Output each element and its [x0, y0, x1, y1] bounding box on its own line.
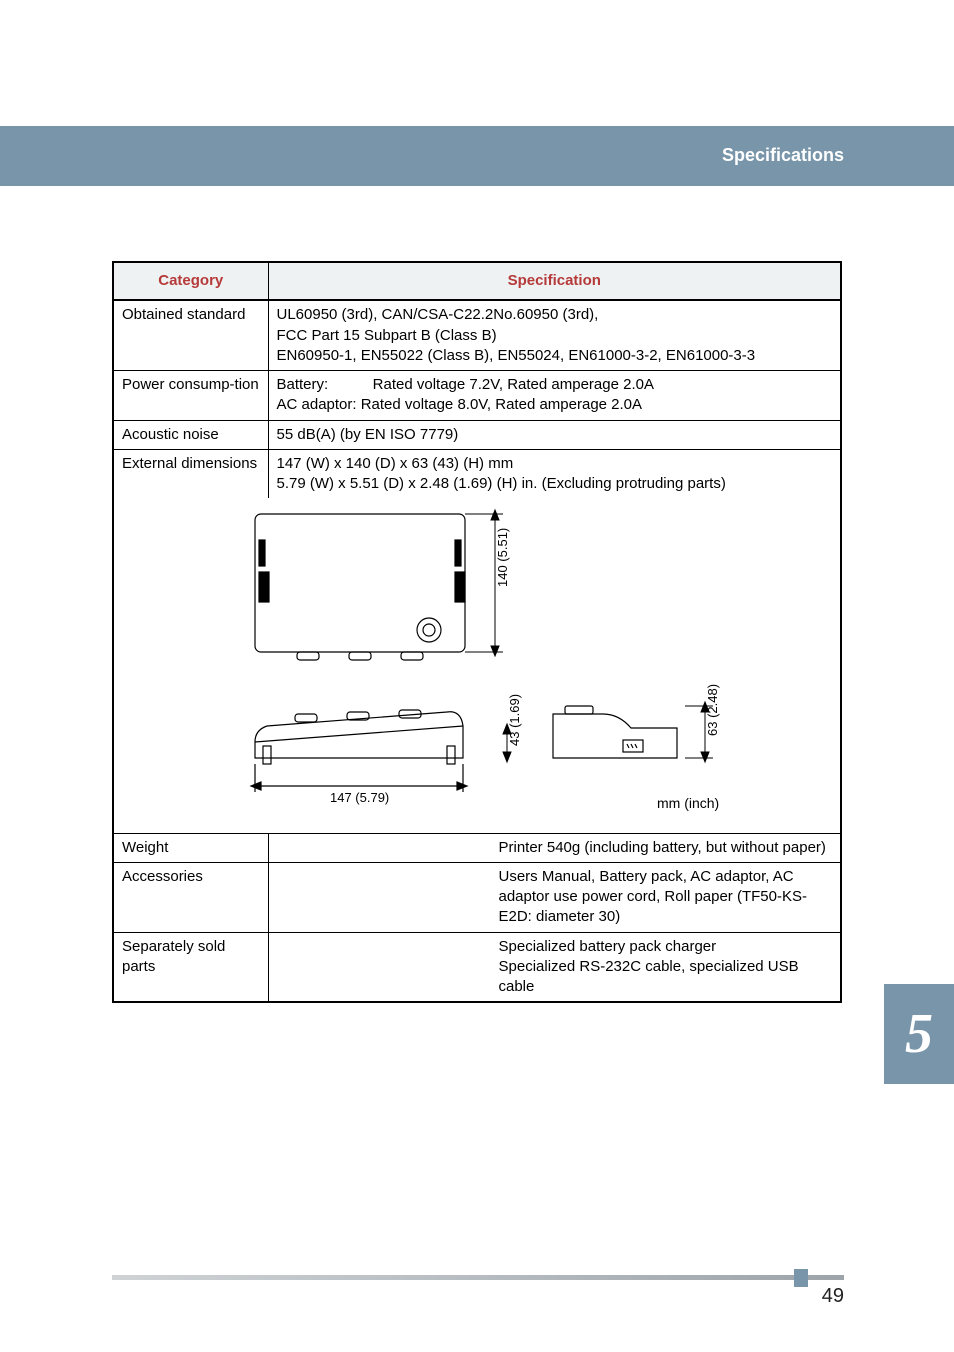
label-acoustic: Acoustic noise	[113, 420, 268, 449]
row-weight: Weight Printer 540g (including battery, …	[113, 833, 841, 862]
dim-unit-label: mm (inch)	[657, 795, 719, 811]
dim-depth-label: 140 (5.51)	[495, 528, 510, 587]
value-power: Battery: Rated voltage 7.2V, Rated amper…	[268, 371, 841, 421]
dim-width-label: 147 (5.79)	[330, 790, 389, 805]
value-accessories: Users Manual, Battery pack, AC adaptor, …	[268, 862, 841, 932]
value-separate: Specialized battery pack charger Special…	[268, 932, 841, 1002]
dim-h2-label: 63 (2.48)	[705, 684, 720, 736]
spec-table: Category Specification Obtained standard…	[112, 261, 842, 1003]
dim-h1-label: 43 (1.69)	[507, 694, 522, 746]
row-power: Power consump-tion Battery: Rated voltag…	[113, 371, 841, 421]
header-title: Specifications	[722, 145, 844, 166]
label-dimensions: External dimensions	[113, 449, 268, 498]
col-header-specification: Specification	[268, 262, 841, 300]
footer-rule	[112, 1275, 844, 1280]
row-diagram: 140 (5.51)	[113, 498, 841, 833]
label-separate: Separately sold parts	[113, 932, 268, 1002]
label-weight: Weight	[113, 833, 268, 862]
page-number: 49	[822, 1285, 844, 1308]
value-acoustic: 55 dB(A) (by EN ISO 7779)	[268, 420, 841, 449]
value-weight: Printer 540g (including battery, but wit…	[268, 833, 841, 862]
value-dimensions: 147 (W) x 140 (D) x 63 (43) (H) mm 5.79 …	[268, 449, 841, 498]
row-acoustic: Acoustic noise 55 dB(A) (by EN ISO 7779)	[113, 420, 841, 449]
label-obtained: Obtained standard	[113, 300, 268, 370]
row-separate: Separately sold parts Specialized batter…	[113, 932, 841, 1002]
col-header-category: Category	[113, 262, 268, 300]
footer-tick-icon	[794, 1269, 808, 1287]
chapter-number: 5	[905, 1002, 933, 1066]
row-obtained-standard: Obtained standard UL60950 (3rd), CAN/CSA…	[113, 300, 841, 370]
chapter-tab: 5	[884, 984, 954, 1084]
value-obtained: UL60950 (3rd), CAN/CSA-C22.2No.60950 (3r…	[268, 300, 841, 370]
label-power: Power consump-tion	[113, 371, 268, 421]
label-accessories: Accessories	[113, 862, 268, 932]
dimensions-diagram: 140 (5.51)	[207, 502, 747, 822]
row-accessories: Accessories Users Manual, Battery pack, …	[113, 862, 841, 932]
row-dimensions: External dimensions 147 (W) x 140 (D) x …	[113, 449, 841, 498]
